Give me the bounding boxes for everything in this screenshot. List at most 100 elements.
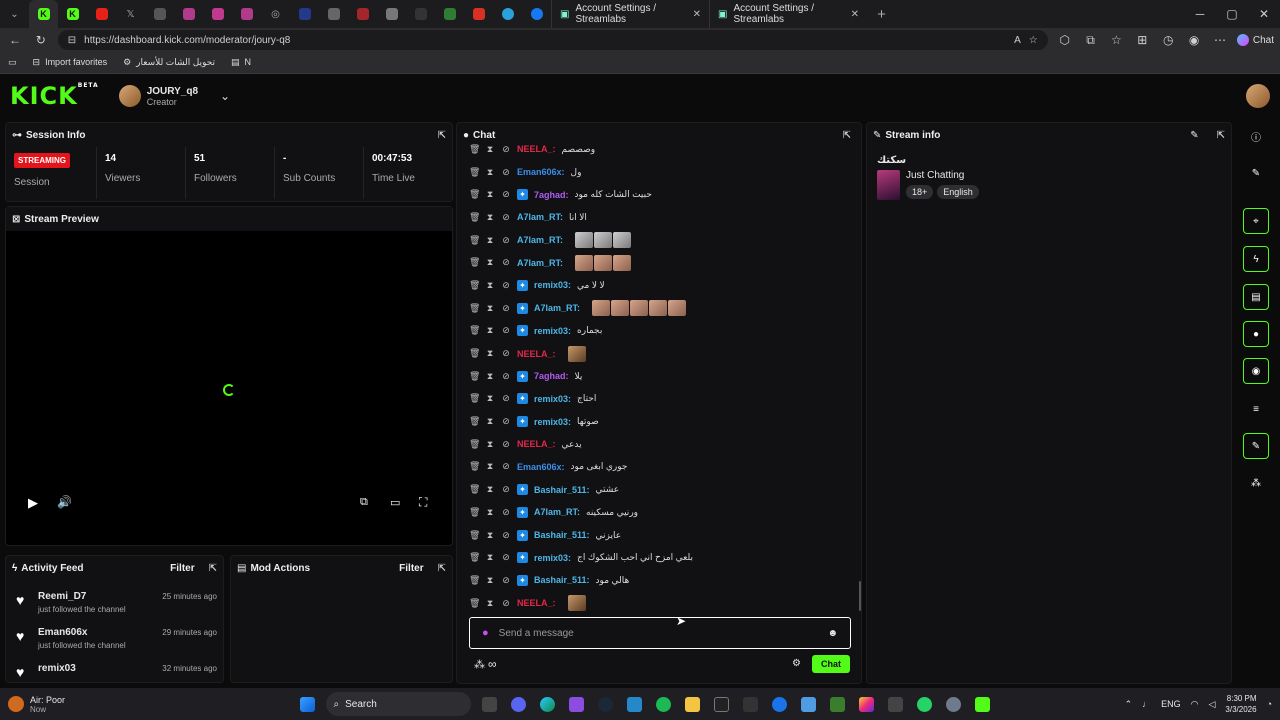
favorites-icon[interactable]: ☆ <box>1108 33 1126 47</box>
tab-generic-3[interactable] <box>203 0 232 28</box>
site-info-icon[interactable]: ⊟ <box>68 35 76 46</box>
tab-streamlabs-2[interactable]: ▣ Account Settings / Streamlabs ✕ <box>709 0 867 28</box>
chevron-down-icon[interactable]: ⌄ <box>220 89 230 103</box>
popout-icon[interactable]: ⇱ <box>438 130 446 141</box>
terminal-icon[interactable] <box>709 692 733 716</box>
wrench-icon[interactable]: ✎ <box>1243 433 1269 459</box>
volume-icon[interactable]: 🔊 <box>57 495 72 509</box>
timeout-icon[interactable]: ⧗ <box>485 257 495 268</box>
chat-username[interactable]: remix03: <box>534 417 571 427</box>
focus-icon[interactable]: ⌖ <box>1243 208 1269 234</box>
info-icon[interactable]: ⓘ <box>1243 123 1269 149</box>
fullscreen-icon[interactable]: ⛶ <box>419 495 427 510</box>
tab-generic-10[interactable] <box>435 0 464 28</box>
delete-icon[interactable]: 🗑 <box>469 167 480 178</box>
chat-username[interactable]: A7lam_RT: <box>517 212 563 222</box>
chat-send-button[interactable]: Chat <box>812 655 850 673</box>
popout-icon[interactable]: ⇱ <box>209 563 217 574</box>
delete-icon[interactable]: 🗑 <box>469 416 480 427</box>
kick-logo[interactable]: KICKBETA <box>10 82 99 110</box>
timeout-icon[interactable]: ⧗ <box>485 189 495 200</box>
delete-icon[interactable]: 🗑 <box>469 507 480 518</box>
broadcast-icon[interactable]: ◉ <box>1243 358 1269 384</box>
timeout-icon[interactable]: ⧗ <box>485 235 495 246</box>
ban-icon[interactable]: ⊘ <box>501 484 511 495</box>
timeout-icon[interactable]: ⧗ <box>485 325 495 336</box>
profile-icon[interactable]: ◉ <box>1185 33 1203 47</box>
new-tab-icon[interactable]: + <box>867 0 896 28</box>
windows-start-icon[interactable] <box>295 692 319 716</box>
notepad-icon[interactable] <box>796 692 820 716</box>
ban-icon[interactable]: ⊘ <box>501 393 511 404</box>
chat-input[interactable]: ● Send a message ☻ <box>469 617 851 649</box>
coins-icon[interactable]: ⁂ <box>1243 470 1269 496</box>
settings-icon[interactable] <box>941 692 965 716</box>
edit-icon[interactable]: ✎ <box>1190 130 1198 141</box>
weather-widget[interactable]: Air: Poor Now <box>8 695 268 714</box>
microphone-icon[interactable]: ● <box>482 627 489 639</box>
popout-icon[interactable]: ⇱ <box>438 563 446 574</box>
ban-icon[interactable]: ⊘ <box>501 325 511 336</box>
tab-generic-8[interactable] <box>377 0 406 28</box>
chat-scrollbar[interactable] <box>859 581 861 611</box>
tab-generic-9[interactable] <box>406 0 435 28</box>
close-tab-icon[interactable]: ✕ <box>851 9 859 20</box>
delete-icon[interactable]: 🗑 <box>469 348 480 359</box>
timeout-icon[interactable]: ⧗ <box>485 303 495 314</box>
maximize-icon[interactable]: ▢ <box>1216 7 1248 21</box>
copilot-button[interactable]: Chat <box>1236 34 1274 46</box>
channel-switcher[interactable]: JOURY_q8 Creator <box>147 86 198 107</box>
ban-icon[interactable]: ⊘ <box>501 598 511 609</box>
chat-username[interactable]: A7lam_RT: <box>534 507 580 517</box>
bookmark-import-favorites[interactable]: ⊟ Import favorites <box>33 57 108 68</box>
tab-generic-4[interactable] <box>232 0 261 28</box>
visual-studio-icon[interactable] <box>564 692 588 716</box>
tab-generic-5[interactable] <box>290 0 319 28</box>
delete-icon[interactable]: 🗑 <box>469 235 480 246</box>
delete-icon[interactable]: 🗑 <box>469 280 480 291</box>
tab-kick-active[interactable]: K <box>29 0 58 28</box>
popout-icon[interactable]: ⇱ <box>1217 130 1225 141</box>
infinity-icon[interactable]: ∞ <box>488 657 497 671</box>
delete-icon[interactable]: 🗑 <box>469 189 480 200</box>
discord-icon[interactable] <box>506 692 530 716</box>
user-avatar[interactable] <box>1246 84 1270 108</box>
sidebar-toggle-icon[interactable]: ▭ <box>8 57 17 68</box>
ban-icon[interactable]: ⊘ <box>501 303 511 314</box>
ban-icon[interactable]: ⊘ <box>501 439 511 450</box>
ban-icon[interactable]: ⊘ <box>501 371 511 382</box>
chat-username[interactable]: Eman606x: <box>517 462 565 472</box>
steam-icon[interactable] <box>593 692 617 716</box>
chat-username[interactable]: Bashair_511: <box>534 530 590 540</box>
delete-icon[interactable]: 🗑 <box>469 575 480 586</box>
theater-icon[interactable]: ▭ <box>390 496 400 509</box>
chrome-icon[interactable] <box>767 692 791 716</box>
chat-username[interactable]: NEELA_: <box>517 349 556 359</box>
chat-username[interactable]: A7lam_RT: <box>517 258 563 268</box>
timeout-icon[interactable]: ⧗ <box>485 530 495 541</box>
chat-username[interactable]: A7lam_RT: <box>517 235 563 245</box>
ban-icon[interactable]: ⊘ <box>501 575 511 586</box>
filter-button[interactable]: Filter <box>399 563 423 574</box>
console-icon[interactable] <box>883 692 907 716</box>
chat-username[interactable]: NEELA_: <box>517 144 556 154</box>
bookmark-convert[interactable]: ⚙ تحويل الشات للأسعار <box>123 57 215 68</box>
category-thumbnail[interactable] <box>877 170 900 200</box>
ban-icon[interactable]: ⊘ <box>501 530 511 541</box>
ban-icon[interactable]: ⊘ <box>501 280 511 291</box>
timeout-icon[interactable]: ⧗ <box>485 144 495 155</box>
timeout-icon[interactable]: ⧗ <box>485 393 495 404</box>
kick-app-icon[interactable] <box>970 692 994 716</box>
timeout-icon[interactable]: ⧗ <box>485 212 495 223</box>
lightning-icon[interactable]: ϟ <box>1243 246 1269 272</box>
timeout-icon[interactable]: ⧗ <box>485 167 495 178</box>
tab-telegram[interactable] <box>493 0 522 28</box>
ban-icon[interactable]: ⊘ <box>501 144 511 155</box>
delete-icon[interactable]: 🗑 <box>469 598 480 609</box>
url-field[interactable]: ⊟ https://dashboard.kick.com/moderator/j… <box>57 30 1048 50</box>
category-name[interactable]: Just Chatting <box>906 170 979 181</box>
tab-gmail[interactable] <box>464 0 493 28</box>
chat-username[interactable]: remix03: <box>534 326 571 336</box>
timeout-icon[interactable]: ⧗ <box>485 439 495 450</box>
pencil-icon[interactable]: ✎ <box>1243 160 1269 186</box>
